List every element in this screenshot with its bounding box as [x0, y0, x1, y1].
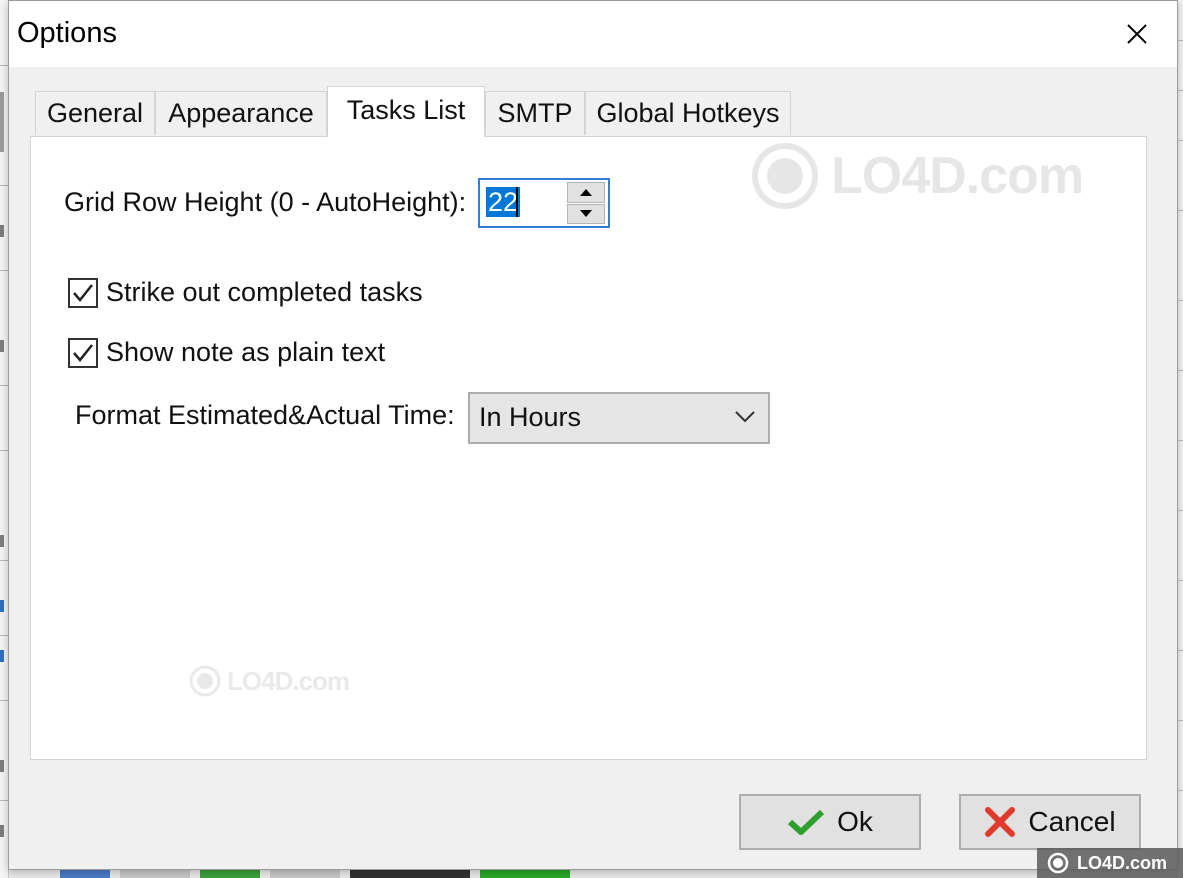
watermark: LO4D.com [739, 143, 1084, 209]
tab-label: General [46, 98, 144, 128]
format-time-select[interactable]: In Hours [468, 392, 770, 444]
spin-up-button[interactable] [567, 182, 605, 203]
chevron-down-icon [735, 411, 755, 423]
tab-appearance[interactable]: Appearance [155, 91, 327, 135]
cancel-button-label: Cancel [1028, 806, 1116, 837]
tab-global-hotkeys[interactable]: Global Hotkeys [585, 91, 791, 135]
lo4d-logo-icon [189, 665, 221, 697]
tab-label: Tasks List [346, 95, 466, 125]
cancel-button[interactable]: Cancel [959, 794, 1141, 850]
watermark-small: LO4D.com [183, 665, 350, 697]
dialog-title: Options [17, 17, 117, 49]
tab-label: SMTP [497, 98, 573, 128]
format-time-selected-value: In Hours [479, 402, 582, 432]
text-caret [516, 187, 518, 217]
grid-row-height-label: Grid Row Height (0 - AutoHeight): [64, 187, 467, 217]
close-button[interactable] [1097, 1, 1177, 67]
checkmark-icon [73, 343, 93, 362]
lo4d-logo-icon [1047, 852, 1069, 874]
ok-button-label: Ok [837, 806, 873, 837]
tab-tasks-list[interactable]: Tasks List [327, 86, 485, 138]
close-icon [1127, 24, 1147, 44]
ok-button[interactable]: Ok [739, 794, 921, 850]
tab-general[interactable]: General [35, 91, 155, 135]
show-note-plain-checkbox-row[interactable]: Show note as plain text [68, 337, 385, 368]
checkmark-icon [73, 283, 93, 302]
lo4d-logo-icon [752, 143, 818, 209]
cross-icon [985, 807, 1016, 837]
tab-label: Appearance [168, 98, 314, 128]
title-bar: Options [9, 1, 1177, 67]
options-dialog: Options General Appearance Tasks List SM… [8, 0, 1178, 870]
tab-label: Global Hotkeys [596, 98, 780, 128]
strike-out-completed-label: Strike out completed tasks [106, 277, 423, 307]
watermark-text: LO4D.com [831, 147, 1084, 205]
spin-down-button[interactable] [567, 203, 605, 224]
strike-out-completed-checkbox[interactable] [68, 277, 98, 308]
tab-smtp[interactable]: SMTP [485, 91, 585, 135]
format-time-label: Format Estimated&Actual Time: [75, 400, 455, 430]
watermark-text: LO4D.com [227, 665, 350, 696]
strike-out-completed-checkbox-row[interactable]: Strike out completed tasks [68, 277, 423, 308]
arrow-up-icon [580, 188, 592, 196]
grid-row-height-spin[interactable]: 22 [478, 178, 610, 228]
watermark-corner: LO4D.com [1037, 848, 1183, 878]
checkmark-icon [788, 809, 825, 835]
grid-row-height-value[interactable]: 22 [486, 187, 521, 217]
tasks-list-panel: LO4D.com Grid Row Height (0 - AutoHeight… [30, 136, 1147, 760]
show-note-plain-label: Show note as plain text [106, 337, 386, 367]
watermark-text: LO4D.com [1077, 852, 1168, 873]
show-note-plain-checkbox[interactable] [68, 337, 98, 368]
arrow-down-icon [580, 210, 592, 218]
